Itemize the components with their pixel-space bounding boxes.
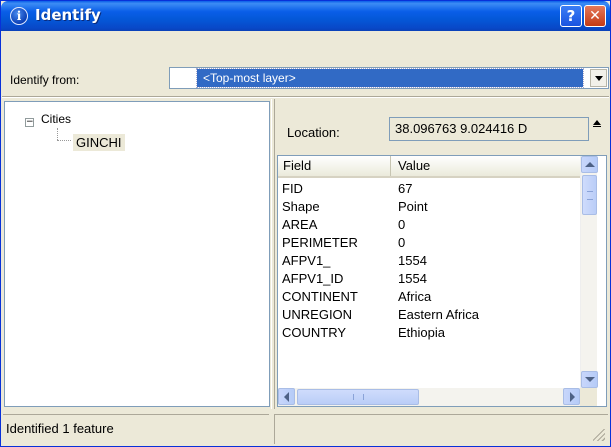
info-icon: i: [10, 7, 28, 25]
location-scroll-icon[interactable]: [592, 118, 602, 130]
scroll-left-icon[interactable]: [278, 388, 295, 405]
tree-connector: [57, 140, 71, 141]
value-cell: 1554: [398, 271, 427, 286]
chevron-down-icon[interactable]: [590, 69, 607, 87]
table-row[interactable]: AFPV1_ID 1554: [278, 270, 580, 288]
resize-grip-icon[interactable]: [593, 429, 605, 441]
identify-window: i Identify ? ✕ Identify from: <Top-most …: [0, 0, 611, 447]
tree-connector: [57, 128, 58, 140]
table-row[interactable]: Shape Point: [278, 198, 580, 216]
table-row[interactable]: AFPV1_ 1554: [278, 252, 580, 270]
scroll-up-icon[interactable]: [581, 156, 598, 173]
value-cell: 0: [398, 235, 406, 250]
field-cell: AREA: [282, 217, 318, 232]
horizontal-scroll-thumb[interactable]: [297, 389, 419, 405]
results-tree[interactable]: − Cities GINCHI: [4, 101, 270, 407]
window-title: Identify: [35, 6, 101, 24]
value-cell: 0: [398, 217, 406, 232]
column-header-field[interactable]: Field: [278, 156, 391, 176]
vertical-scroll-thumb[interactable]: [582, 175, 597, 215]
table-row[interactable]: AREA 0: [278, 216, 580, 234]
location-label: Location:: [287, 125, 340, 140]
horizontal-scrollbar[interactable]: [278, 388, 580, 406]
table-row[interactable]: CONTINENT Africa: [278, 288, 580, 306]
table-row[interactable]: FID 67: [278, 180, 580, 198]
title-bar[interactable]: i Identify ? ✕: [1, 1, 610, 31]
field-cell: COUNTRY: [282, 325, 347, 340]
table-row[interactable]: PERIMETER 0: [278, 234, 580, 252]
identify-from-label: Identify from:: [10, 73, 80, 87]
collapse-icon[interactable]: −: [25, 118, 34, 127]
attribute-grid[interactable]: Field Value FID 67 Shape Point AREA 0 PE…: [277, 155, 607, 407]
field-cell: AFPV1_: [282, 253, 331, 268]
value-cell: Africa: [398, 289, 432, 304]
identify-from-dropdown[interactable]: <Top-most layer>: [169, 67, 609, 89]
divider: [2, 96, 609, 98]
table-row[interactable]: COUNTRY Ethiopia: [278, 324, 580, 342]
field-cell: Shape: [282, 199, 320, 214]
scroll-right-icon[interactable]: [563, 388, 580, 405]
identify-from-selected[interactable]: <Top-most layer>: [196, 68, 584, 88]
value-cell: Point: [398, 199, 428, 214]
vertical-scrollbar[interactable]: [580, 156, 598, 388]
field-cell: FID: [282, 181, 303, 196]
value-cell: Ethiopia: [398, 325, 445, 340]
value-cell: 67: [398, 181, 413, 196]
field-cell: UNREGION: [282, 307, 353, 322]
tree-item-layer[interactable]: Cities: [41, 112, 71, 126]
value-cell: 1554: [398, 253, 427, 268]
value-cell: Eastern Africa: [398, 307, 479, 322]
field-cell: AFPV1_ID: [282, 271, 344, 286]
status-text: Identified 1 feature: [3, 414, 269, 444]
location-field[interactable]: 38.096763 9.024416 D: [389, 117, 589, 141]
help-button[interactable]: ?: [560, 5, 582, 27]
field-cell: PERIMETER: [282, 235, 358, 250]
column-header-value[interactable]: Value: [392, 156, 580, 176]
status-panel: [274, 414, 608, 444]
scrollbar-corner: [580, 388, 597, 406]
grid-rows: FID 67 Shape Point AREA 0 PERIMETER 0 AF…: [278, 180, 580, 342]
scroll-down-icon[interactable]: [581, 371, 598, 388]
close-button[interactable]: ✕: [584, 5, 606, 27]
grid-header: Field Value: [278, 156, 580, 178]
pane-splitter[interactable]: [271, 99, 275, 409]
field-cell: CONTINENT: [282, 289, 358, 304]
tree-item-feature[interactable]: GINCHI: [73, 134, 125, 151]
table-row[interactable]: UNREGION Eastern Africa: [278, 306, 580, 324]
